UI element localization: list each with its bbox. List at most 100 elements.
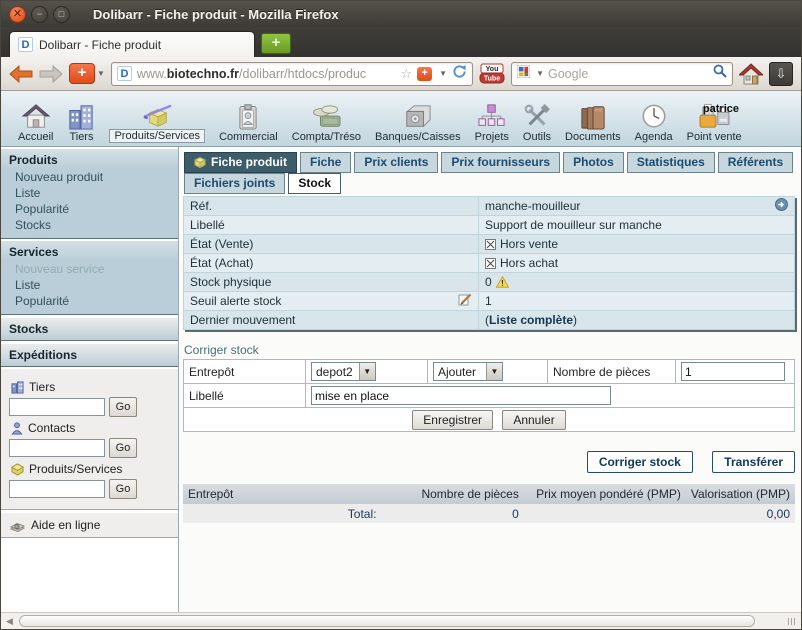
menu-banques-caisses[interactable]: Banques/Caisses <box>368 103 468 143</box>
tab-fichiers-joints[interactable]: Fichiers joints <box>184 173 285 194</box>
maximize-window-icon[interactable]: □ <box>53 6 70 23</box>
firefox-window: ✕ − □ Dolibarr - Fiche produit - Mozilla… <box>0 0 802 630</box>
downloads-button[interactable]: ⇩ <box>769 62 793 86</box>
browser-toolbar: + ▼ D www.biotechno.fr/dolibarr/htdocs/p… <box>1 57 801 91</box>
liste-complete-link[interactable]: Liste complète <box>489 313 573 327</box>
warning-icon: ! <box>496 276 509 288</box>
help-link[interactable]: ? Aide en ligne <box>1 512 178 538</box>
menu-projets[interactable]: Projets <box>468 103 516 143</box>
sidebar-item-popularite-produits[interactable]: Popularité <box>1 201 178 217</box>
product-box-pen-icon <box>139 101 175 128</box>
safe-icon <box>403 103 432 130</box>
sidebar-item-liste-services[interactable]: Liste <box>1 277 178 293</box>
building-small-icon <box>11 381 24 394</box>
contacts-search-input[interactable] <box>9 439 105 457</box>
corriger-stock-button[interactable]: Corriger stock <box>587 451 693 473</box>
minimize-window-icon[interactable]: − <box>31 6 48 23</box>
menu-label: Projets <box>475 131 509 143</box>
menu-documents[interactable]: Documents <box>558 103 628 143</box>
tab-photos[interactable]: Photos <box>563 152 624 173</box>
produits-go-button[interactable]: Go <box>109 479 137 499</box>
menu-label: Compta/Tréso <box>292 131 361 143</box>
menu-commercial[interactable]: Commercial <box>212 103 285 143</box>
sidebar-item-stocks[interactable]: Stocks <box>1 217 178 233</box>
ref-label: Réf. <box>184 197 479 216</box>
menu-produits-services[interactable]: Produits/Services <box>102 101 212 143</box>
tiers-go-button[interactable]: Go <box>109 397 137 417</box>
chevron-down-icon[interactable]: ▼ <box>536 69 544 78</box>
table-row: Seuil alerte stock 1 <box>184 292 795 311</box>
form-libelle-label: Libellé <box>184 384 306 408</box>
table-row: État (Achat) Hors achat <box>184 254 795 273</box>
etat-vente-label: État (Vente) <box>184 235 479 254</box>
search-produits-label: Produits/Services <box>11 462 170 476</box>
tab-stock[interactable]: Stock <box>288 173 341 194</box>
table-row: Stock physique 0 ! <box>184 273 795 292</box>
forward-icon[interactable] <box>39 65 63 83</box>
quick-add-button[interactable]: + ▼ <box>69 63 105 84</box>
col-nombre: Nombre de pièces <box>416 484 523 504</box>
tiers-search-input[interactable] <box>9 398 105 416</box>
menu-accueil[interactable]: Accueil <box>11 103 60 143</box>
search-box[interactable]: ▼ <box>511 62 733 86</box>
sidebar-item-popularite-services[interactable]: Popularité <box>1 293 178 309</box>
save-button[interactable]: Enregistrer <box>412 410 493 430</box>
cancel-button[interactable]: Annuler <box>502 410 565 430</box>
horizontal-scrollbar[interactable]: ◀ <box>1 612 801 629</box>
entrepot-label: Entrepôt <box>184 360 306 384</box>
scrollbar-thumb[interactable] <box>19 615 755 627</box>
tab-referents[interactable]: Référents <box>718 152 793 173</box>
tab-statistiques[interactable]: Statistiques <box>627 152 715 173</box>
sidebar-block-produits: Produits Nouveau produit Liste Popularit… <box>1 149 178 239</box>
browser-tab[interactable]: D Dolibarr - Fiche produit <box>9 31 255 57</box>
chevron-down-icon: ▼ <box>97 69 105 78</box>
close-window-icon[interactable]: ✕ <box>9 6 26 23</box>
menu-label: Commercial <box>219 131 278 143</box>
product-cube-icon <box>194 157 206 168</box>
menu-tiers[interactable]: Tiers <box>60 103 102 143</box>
bookmark-star-icon[interactable]: ☆ <box>401 66 413 82</box>
transferer-button[interactable]: Transférer <box>712 451 795 473</box>
sidebar-header-stocks[interactable]: Stocks <box>1 317 178 341</box>
add-bookmark-icon[interactable]: + <box>417 67 432 81</box>
left-sidebar: Produits Nouveau produit Liste Popularit… <box>1 147 179 612</box>
total-row: Total: 0 0,00 <box>183 504 795 523</box>
url-bar[interactable]: D www.biotechno.fr/dolibarr/htdocs/produ… <box>111 62 473 86</box>
search-input[interactable] <box>548 67 709 81</box>
sidebar-item-liste-produits[interactable]: Liste <box>1 185 178 201</box>
ref-value: manche-mouilleur <box>485 199 580 213</box>
youtube-button[interactable]: You Tube <box>479 63 505 85</box>
stock-by-warehouse-table: Entrepôt Nombre de pièces Prix moyen pon… <box>183 484 795 523</box>
chevron-down-icon[interactable]: ▼ <box>439 69 447 78</box>
total-pmp <box>524 504 686 523</box>
tab-prix-fournisseurs[interactable]: Prix fournisseurs <box>441 152 560 173</box>
table-row: Libellé Support de mouilleur sur manche <box>184 216 795 235</box>
sidebar-header-expeditions[interactable]: Expéditions <box>1 343 178 367</box>
ref-nav-icon[interactable] <box>775 198 788 214</box>
entrepot-select[interactable]: depot2 ▼ <box>311 362 376 381</box>
search-magnifier-icon[interactable] <box>713 64 727 83</box>
browser-tab-bar: D Dolibarr - Fiche produit + <box>1 27 801 57</box>
edit-pencil-icon[interactable] <box>458 293 472 309</box>
tools-icon <box>523 103 550 130</box>
sidebar-item-nouveau-produit[interactable]: Nouveau produit <box>1 169 178 185</box>
produits-search-input[interactable] <box>9 480 105 498</box>
back-icon[interactable] <box>9 65 33 83</box>
table-row: Dernier mouvement (Liste complète) <box>184 311 795 330</box>
tab-fiche-produit[interactable]: Fiche produit <box>184 152 297 173</box>
menu-outils[interactable]: Outils <box>516 103 558 143</box>
menu-agenda[interactable]: Agenda <box>628 103 680 143</box>
qty-input[interactable] <box>681 362 785 381</box>
sidebar-search-panel: Tiers Go Contacts Go Produits/Services G… <box>1 369 178 510</box>
reload-icon[interactable] <box>452 64 467 84</box>
tab-prix-clients[interactable]: Prix clients <box>354 152 438 173</box>
menu-compta-treso[interactable]: Compta/Tréso <box>285 103 368 143</box>
libelle-input[interactable] <box>311 386 611 405</box>
scroll-left-icon[interactable]: ◀ <box>3 615 16 628</box>
contacts-go-button[interactable]: Go <box>109 438 137 458</box>
action-select[interactable]: Ajouter ▼ <box>433 362 503 381</box>
tab-fiche[interactable]: Fiche <box>300 152 351 173</box>
title-bar: ✕ − □ Dolibarr - Fiche produit - Mozilla… <box>1 1 801 27</box>
new-tab-button[interactable]: + <box>261 33 291 54</box>
home-icon[interactable] <box>739 63 763 85</box>
